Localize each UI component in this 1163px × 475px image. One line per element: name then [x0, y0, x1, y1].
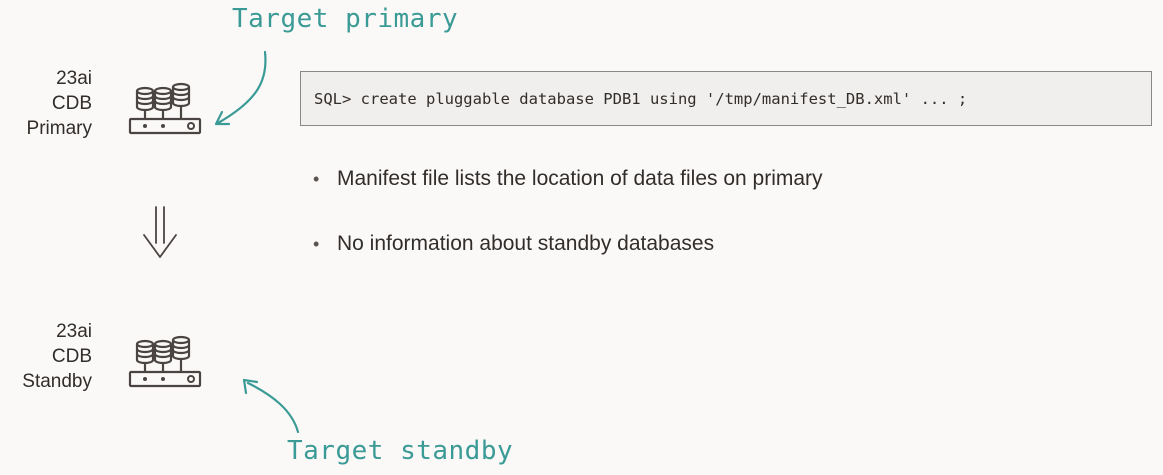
standby-label-line-1: 23ai — [56, 321, 92, 342]
target-primary-callout: Target primary — [232, 4, 459, 34]
primary-callout-arrow — [216, 50, 267, 125]
standby-callout-arrowhead — [242, 378, 259, 395]
primary-database-server-icon — [128, 82, 202, 135]
standby-database-server-icon — [128, 335, 202, 388]
target-standby-callout: Target standby — [287, 436, 514, 466]
primary-cdb-label: 23ai CDB Primary — [0, 66, 92, 141]
standby-callout-arrow — [246, 381, 300, 434]
sql-command-box: SQL> create pluggable database PDB1 usin… — [300, 71, 1152, 126]
sql-command-text: SQL> create pluggable database PDB1 usin… — [314, 89, 968, 108]
standby-label-line-2: CDB — [51, 346, 92, 367]
primary-label-line-2: CDB — [51, 93, 92, 114]
double-down-arrow-icon — [143, 206, 177, 258]
bullet-item: Manifest file lists the location of data… — [313, 164, 823, 194]
standby-cdb-label: 23ai CDB Standby — [0, 319, 92, 394]
bullet-list: Manifest file lists the location of data… — [313, 164, 823, 294]
standby-label-line-3: Standby — [22, 371, 92, 392]
primary-callout-arrowhead — [214, 110, 231, 126]
primary-label-line-3: Primary — [26, 118, 92, 139]
primary-label-line-1: 23ai — [56, 68, 92, 89]
bullet-item: No information about standby databases — [313, 229, 823, 259]
